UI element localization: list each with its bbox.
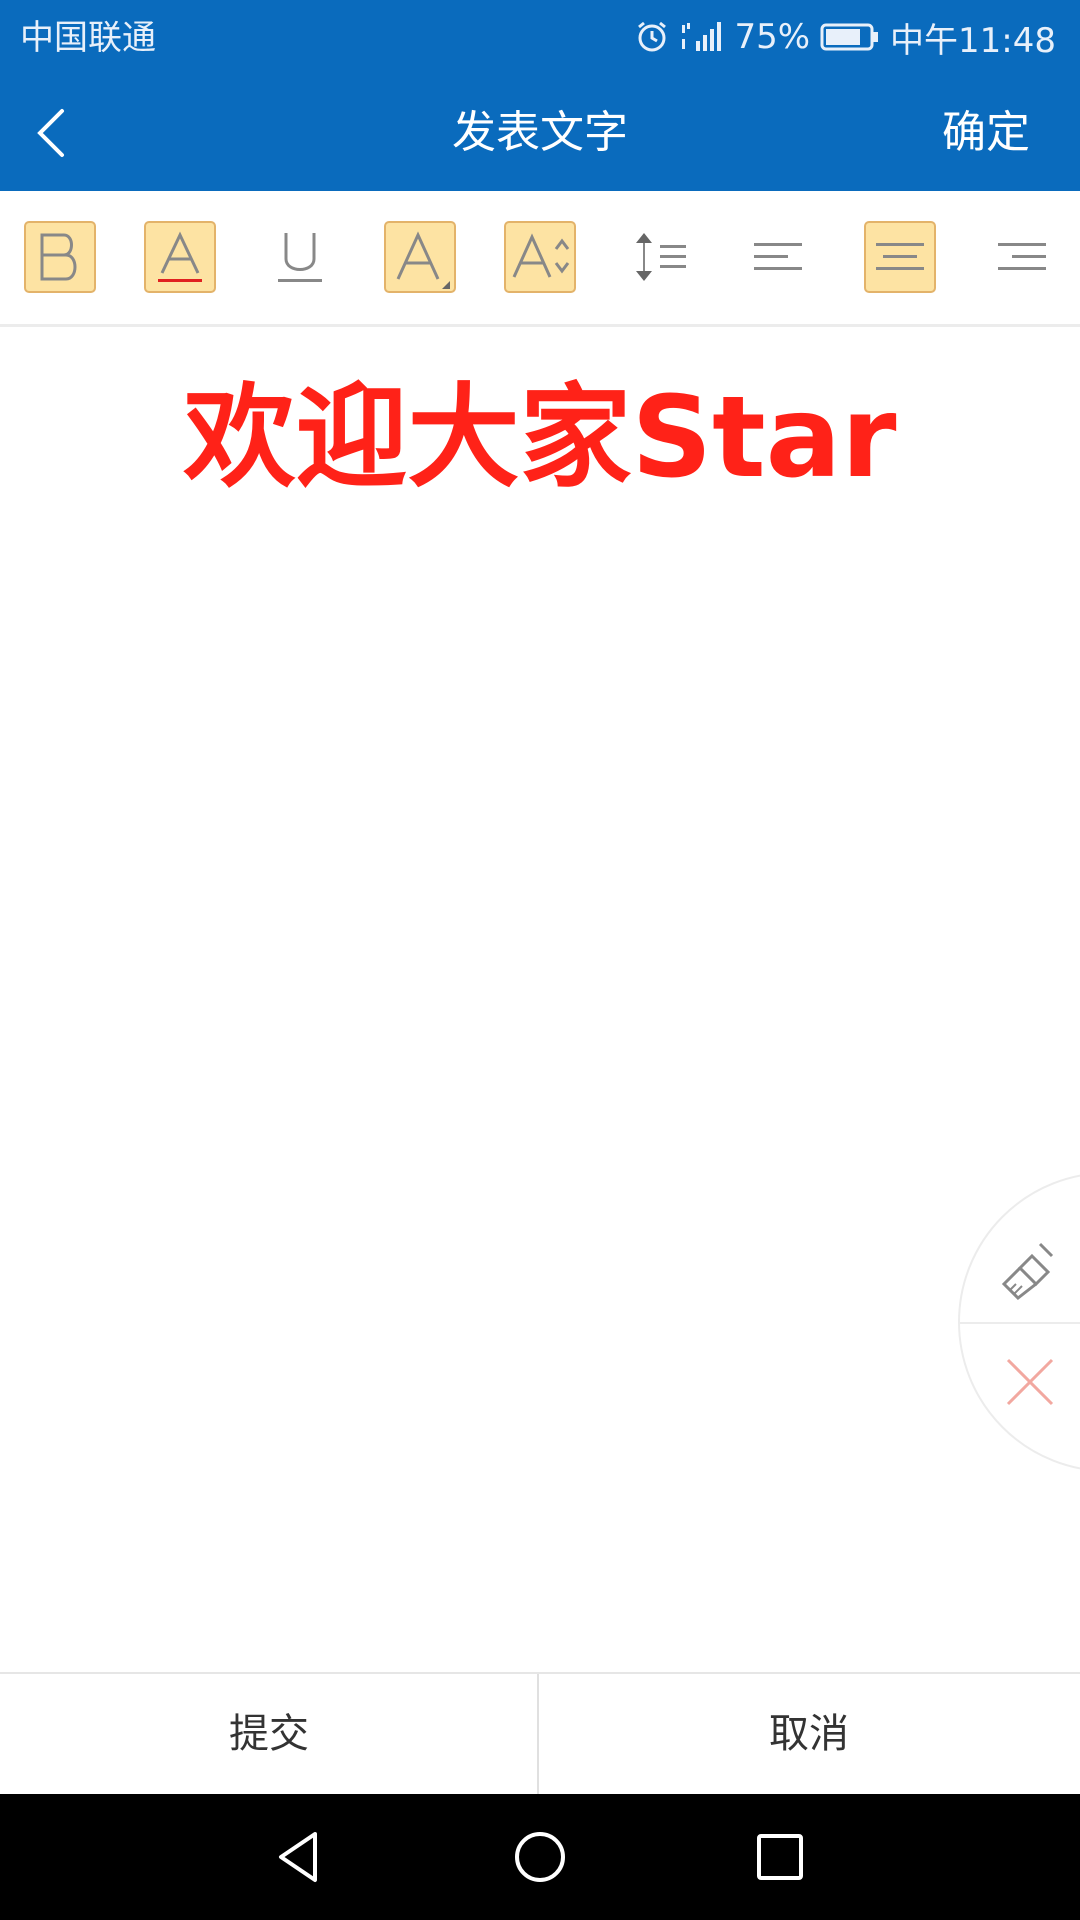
action-bar: 提交 取消 — [0, 1672, 1080, 1794]
nav-back-button[interactable] — [265, 1822, 335, 1892]
line-spacing-icon — [636, 233, 686, 281]
page-title: 发表文字 — [452, 107, 628, 158]
close-icon — [1006, 1358, 1054, 1406]
carrier-label: 中国联通 — [20, 18, 156, 58]
text-editor[interactable]: 欢迎大家Star — [0, 327, 1080, 1672]
align-left-icon — [754, 243, 802, 270]
nav-home-button[interactable] — [505, 1822, 575, 1892]
font-color-icon — [158, 231, 202, 282]
circle-home-icon — [515, 1832, 565, 1882]
line-spacing-button[interactable] — [624, 221, 696, 293]
font-size-icon — [396, 231, 450, 289]
underline-button[interactable] — [264, 221, 336, 293]
battery-percent: 75% — [734, 17, 811, 57]
clock: 中午11:48 — [890, 20, 1056, 61]
title-bar: 发表文字 确定 — [0, 75, 1080, 191]
confirm-button[interactable]: 确定 — [942, 103, 1030, 163]
editor-text[interactable]: 欢迎大家Star — [0, 373, 1080, 503]
clear-button[interactable] — [996, 1236, 1066, 1306]
align-right-button[interactable] — [984, 221, 1056, 293]
battery-icon — [820, 22, 880, 52]
nav-recents-button[interactable] — [745, 1822, 815, 1892]
status-indicators: 75% 中午11:48 — [634, 12, 1056, 62]
submit-button[interactable]: 提交 — [0, 1674, 538, 1794]
alarm-icon — [634, 19, 670, 55]
cancel-button[interactable]: 取消 — [540, 1674, 1078, 1794]
triangle-back-icon — [279, 1832, 317, 1882]
signal-icon — [680, 19, 724, 55]
action-divider — [537, 1674, 539, 1794]
align-left-button[interactable] — [744, 221, 816, 293]
font-size-adjust-icon — [512, 233, 570, 278]
close-float-button[interactable] — [1002, 1354, 1058, 1410]
font-color-button[interactable] — [144, 221, 216, 293]
screen: 中国联通 75% 中午11:48 发表文字 确定 欢迎大家Star 提交 取消 — [0, 0, 1080, 1920]
align-right-icon — [998, 243, 1046, 270]
floating-menu-divider — [960, 1322, 1080, 1324]
bold-icon — [40, 233, 77, 281]
status-bar: 中国联通 75% 中午11:48 — [0, 0, 1080, 75]
bold-button[interactable] — [24, 221, 96, 293]
format-toolbar — [0, 191, 1080, 327]
square-recents-icon — [757, 1834, 803, 1880]
navigation-bar — [0, 1794, 1080, 1920]
align-center-icon — [876, 243, 924, 270]
underline-icon — [278, 233, 322, 282]
align-center-button[interactable] — [864, 221, 936, 293]
broom-icon — [1001, 1242, 1054, 1300]
font-size-button[interactable] — [384, 221, 456, 293]
font-size-adjust-button[interactable] — [504, 221, 576, 293]
